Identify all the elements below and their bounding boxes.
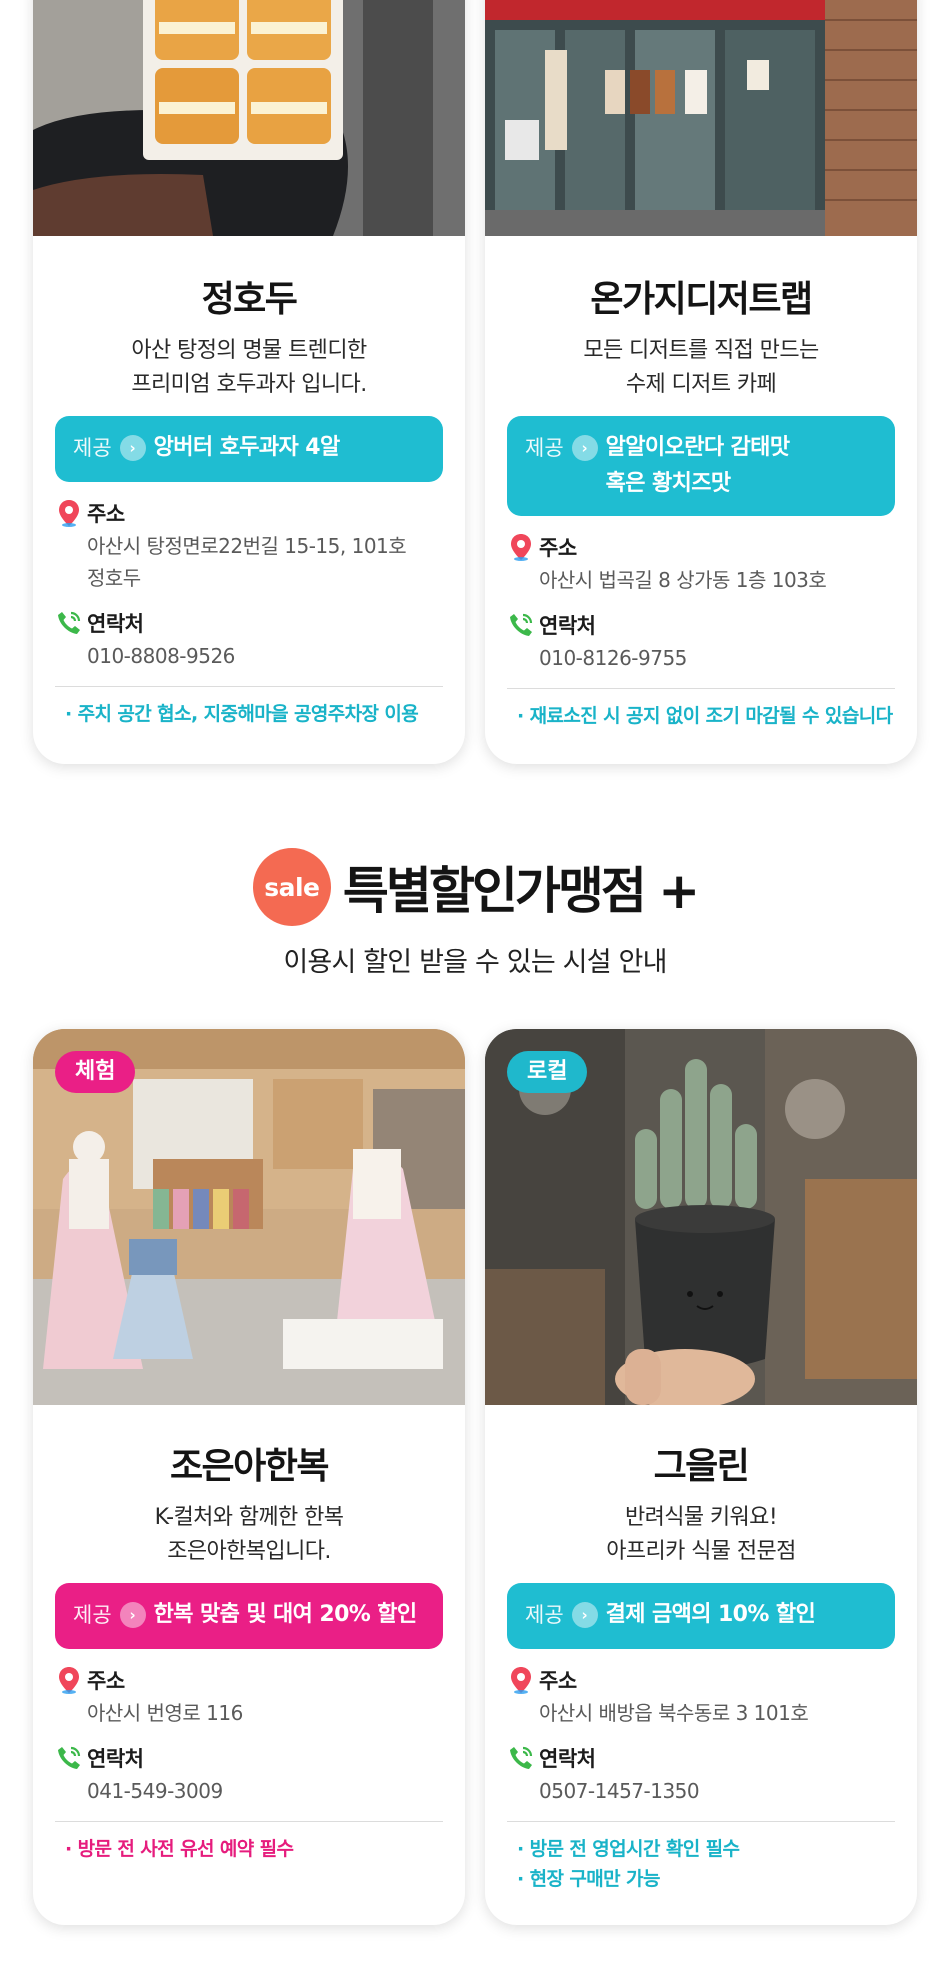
store-description: K-컬처와 함께한 한복 조은아한복입니다. [154, 1505, 344, 1564]
address-value: 아산시 번영로 116 [87, 1701, 243, 1725]
phone-number[interactable]: 010-8126-9755 [507, 642, 895, 674]
address-label: 주소 [539, 536, 577, 560]
contact-label: 연락처 [539, 614, 596, 638]
contact-label: 연락처 [87, 612, 144, 636]
benefit-text: 결제 금액의 10% 할인 [605, 1602, 816, 1627]
benefit-box: 제공 › 알알이오란다 감태맛 혹은 황치즈맛 [507, 416, 895, 516]
store-description: 아산 탕정의 명물 트렌디한 프리미엄 호두과자 입니다. [131, 338, 367, 397]
address-label: 주소 [87, 502, 125, 526]
phone-number[interactable]: 010-8808-9526 [55, 640, 443, 672]
store-photo [485, 0, 917, 236]
benefit-label: 제공 [525, 1603, 564, 1627]
phone-icon [507, 1744, 535, 1772]
section-title: 특별할인가맹점 + [342, 862, 700, 920]
location-pin-icon [507, 1666, 535, 1694]
benefit-label: 제공 [73, 436, 112, 460]
notes: · 방문 전 영업시간 확인 필수 · 현장 구매만 가능 [517, 1838, 740, 1890]
benefit-box: 제공 › 한복 맞춤 및 대여 20% 할인 [55, 1583, 443, 1649]
store-card-geueullin[interactable]: 로컬 그을린 반려식물 키워요! 아프리카 식물 전문점 제공 › 결제 금액의… [485, 1029, 917, 1925]
chevron-right-icon: › [119, 435, 146, 461]
benefit-text: 한복 맞춤 및 대여 20% 할인 [153, 1602, 418, 1627]
contact-label: 연락처 [87, 1747, 144, 1771]
benefit-label: 제공 [525, 436, 564, 460]
address-value: 아산시 탕정면로22번길 15-15, 101호 정호두 [87, 534, 407, 590]
contact-label: 연락처 [539, 1747, 596, 1771]
store-name: 조은아한복 [169, 1446, 330, 1487]
chevron-right-icon: › [119, 1602, 146, 1628]
store-name: 그을린 [653, 1446, 750, 1487]
phone-icon [55, 1744, 83, 1772]
store-card-joeunah-hanbok[interactable]: 체험 조은아한복 K-컬처와 함께한 한복 조은아한복입니다. 제공 › 한복 … [33, 1029, 465, 1925]
store-card-ongaji-dessert-lab[interactable]: 온가지디저트랩 모든 디저트를 직접 만드는 수제 디저트 카페 제공 › 알알… [485, 0, 917, 764]
store-photo [33, 0, 465, 236]
phone-number[interactable]: 041-549-3009 [55, 1775, 443, 1807]
phone-number[interactable]: 0507-1457-1350 [507, 1775, 895, 1807]
phone-icon [507, 611, 535, 639]
category-tag: 로컬 [507, 1051, 588, 1093]
notes: · 재료소진 시 공지 없이 조기 마감될 수 있습니다 [517, 705, 893, 727]
location-pin-icon [55, 499, 83, 527]
store-card-jeonghodu[interactable]: 정호두 아산 탕정의 명물 트렌디한 프리미엄 호두과자 입니다. 제공 › 앙… [33, 0, 465, 764]
sale-badge: sale [252, 848, 331, 926]
store-description: 모든 디저트를 직접 만드는 수제 디저트 카페 [583, 338, 819, 397]
benefit-text: 앙버터 호두과자 4알 [153, 435, 341, 460]
location-pin-icon [55, 1666, 83, 1694]
chevron-right-icon: › [571, 1602, 598, 1628]
chevron-right-icon: › [571, 435, 598, 461]
store-name: 정호두 [201, 279, 298, 320]
section-header: sale 특별할인가맹점 + 이용시 할인 받을 수 있는 시설 안내 [0, 848, 950, 979]
store-name: 온가지디저트랩 [590, 279, 813, 320]
benefit-box: 제공 › 결제 금액의 10% 할인 [507, 1583, 895, 1649]
benefit-label: 제공 [73, 1603, 112, 1627]
phone-icon [55, 609, 83, 637]
address-label: 주소 [87, 1669, 125, 1693]
benefit-box: 제공 › 앙버터 호두과자 4알 [55, 416, 443, 482]
notes: · 주치 공간 협소, 지중해마을 공영주차장 이용 [65, 703, 419, 725]
benefit-text: 알알이오란다 감태맛 혹은 황치즈맛 [605, 435, 790, 496]
address-label: 주소 [539, 1669, 577, 1693]
category-tag: 체험 [55, 1051, 136, 1093]
address-value: 아산시 배방읍 북수동로 3 101호 [539, 1701, 809, 1725]
store-photo: 체험 [33, 1029, 465, 1405]
store-description: 반려식물 키워요! 아프리카 식물 전문점 [606, 1505, 796, 1564]
location-pin-icon [507, 533, 535, 561]
notes: · 방문 전 사전 유선 예약 필수 [65, 1838, 294, 1860]
address-value: 아산시 법곡길 8 상가동 1층 103호 [539, 568, 827, 592]
section-subtitle: 이용시 할인 받을 수 있는 시설 안내 [283, 947, 667, 978]
store-photo: 로컬 [485, 1029, 917, 1405]
